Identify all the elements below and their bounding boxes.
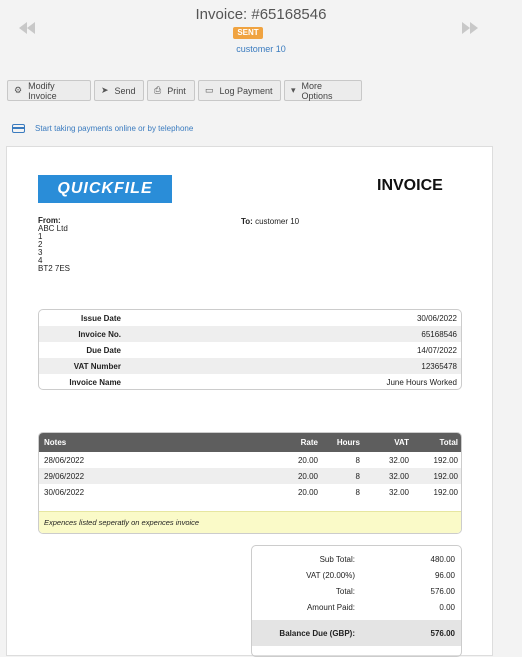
totals-value: 0.00 bbox=[439, 602, 455, 612]
column-header-rate: Rate bbox=[300, 438, 318, 447]
detail-value: 65168546 bbox=[421, 329, 457, 339]
from-line: 3 bbox=[38, 248, 43, 257]
invoice-footnote: Expences listed seperatly on expences in… bbox=[39, 511, 461, 533]
column-header-notes: Notes bbox=[44, 438, 67, 447]
from-address: From: ABC Ltd 1 2 3 4 BT2 7ES bbox=[38, 217, 70, 273]
modify-invoice-button[interactable]: ⚙ Modify Invoice bbox=[7, 80, 91, 101]
to-address: To: customer 10 bbox=[241, 217, 299, 226]
totals-row: Amount Paid: 0.00 bbox=[252, 599, 461, 615]
credit-card-icon: ▭ bbox=[205, 85, 214, 95]
column-header-vat: VAT bbox=[394, 438, 409, 447]
from-line: BT2 7ES bbox=[38, 264, 71, 273]
detail-label: Issue Date bbox=[80, 313, 121, 323]
detail-label: VAT Number bbox=[73, 361, 121, 371]
credit-card-icon bbox=[12, 124, 25, 133]
column-header-total: Total bbox=[439, 438, 458, 447]
totals-value: 480.00 bbox=[430, 554, 455, 564]
cell-notes: 28/06/2022 bbox=[44, 455, 85, 465]
invoice-details-table: Issue Date 30/06/2022 Invoice No. 65168546… bbox=[38, 309, 462, 390]
detail-row: Invoice No. 65168546 bbox=[39, 326, 461, 342]
next-invoice-icon[interactable] bbox=[462, 22, 482, 40]
cell-notes: 30/06/2022 bbox=[44, 487, 85, 497]
table-header: Notes Rate Hours VAT Total bbox=[39, 433, 461, 452]
quickfile-logo: QUICKFILE bbox=[38, 175, 172, 203]
table-row: 28/06/2022 20.00 8 32.00 192.00 bbox=[39, 452, 461, 468]
totals-row: VAT (20.00%) 96.00 bbox=[252, 567, 461, 583]
from-line: 1 bbox=[38, 232, 43, 241]
status-badge: SENT bbox=[233, 27, 263, 39]
more-options-label: More Options bbox=[301, 80, 333, 101]
balance-due-row: Balance Due (GBP): 576.00 bbox=[252, 620, 461, 646]
previous-invoice-icon[interactable] bbox=[19, 22, 39, 40]
log-payment-button[interactable]: ▭ Log Payment bbox=[198, 80, 281, 101]
cell-rate: 20.00 bbox=[297, 487, 318, 497]
detail-label: Due Date bbox=[86, 345, 121, 355]
table-row: 30/06/2022 20.00 8 32.00 192.00 bbox=[39, 484, 461, 500]
detail-row: Due Date 14/07/2022 bbox=[39, 342, 461, 358]
invoice-document: QUICKFILE INVOICE From: ABC Ltd 1 2 3 4 … bbox=[6, 146, 493, 657]
document-title: INVOICE bbox=[377, 177, 443, 194]
cell-total: 192.00 bbox=[433, 455, 458, 465]
column-header-hours: Hours bbox=[336, 438, 360, 447]
detail-value: 12365478 bbox=[421, 361, 457, 371]
totals-box: Sub Total: 480.00 VAT (20.00%) 96.00 Total… bbox=[251, 545, 462, 657]
cell-vat: 32.00 bbox=[388, 455, 409, 465]
from-line: ABC Ltd bbox=[38, 224, 68, 233]
cell-total: 192.00 bbox=[433, 487, 458, 497]
totals-value: 576.00 bbox=[430, 586, 455, 596]
online-payments-link[interactable]: Start taking payments online or by telep… bbox=[12, 124, 193, 133]
cell-total: 192.00 bbox=[433, 471, 458, 481]
line-items-table: Notes Rate Hours VAT Total 28/06/2022 20… bbox=[38, 432, 462, 534]
send-button[interactable]: ➤ Send bbox=[94, 80, 144, 101]
online-payments-label: Start taking payments online or by telep… bbox=[35, 124, 194, 133]
totals-label: Total: bbox=[335, 586, 355, 596]
balance-due-value: 576.00 bbox=[430, 628, 455, 638]
detail-value: June Hours Worked bbox=[386, 377, 457, 387]
table-row: 29/06/2022 20.00 8 32.00 192.00 bbox=[39, 468, 461, 484]
totals-row: Total: 576.00 bbox=[252, 583, 461, 599]
detail-value: 30/06/2022 bbox=[416, 313, 457, 323]
print-button[interactable]: ⎙ Print bbox=[147, 80, 195, 101]
invoice-header: Invoice: #65168546 SENT customer 10 bbox=[0, 0, 522, 70]
detail-label: Invoice Name bbox=[69, 377, 121, 387]
totals-value: 96.00 bbox=[434, 570, 455, 580]
send-icon: ➤ bbox=[101, 85, 109, 95]
gear-icon: ⚙ bbox=[14, 85, 23, 95]
to-value: customer 10 bbox=[255, 217, 300, 226]
totals-row: Sub Total: 480.00 bbox=[252, 551, 461, 567]
to-label: To: bbox=[241, 217, 253, 226]
customer-link[interactable]: customer 10 bbox=[0, 44, 522, 54]
totals-label: Sub Total: bbox=[319, 554, 355, 564]
balance-due-label: Balance Due (GBP): bbox=[279, 628, 355, 638]
detail-row: Invoice Name June Hours Worked bbox=[39, 374, 461, 389]
detail-label: Invoice No. bbox=[78, 329, 121, 339]
page-title: Invoice: #65168546 bbox=[195, 6, 327, 23]
cell-rate: 20.00 bbox=[297, 455, 318, 465]
detail-row: VAT Number 12365478 bbox=[39, 358, 461, 374]
cell-hours: 8 bbox=[355, 471, 360, 481]
caret-down-icon: ▾ bbox=[291, 85, 296, 95]
log-payment-label: Log Payment bbox=[219, 85, 273, 96]
cell-hours: 8 bbox=[355, 455, 360, 465]
totals-label: VAT (20.00%) bbox=[306, 570, 355, 580]
modify-invoice-label: Modify Invoice bbox=[28, 80, 57, 101]
totals-label: Amount Paid: bbox=[306, 602, 355, 612]
cell-rate: 20.00 bbox=[297, 471, 318, 481]
cell-hours: 8 bbox=[355, 487, 360, 497]
cell-notes: 29/06/2022 bbox=[44, 471, 85, 481]
more-options-button[interactable]: ▾ More Options bbox=[284, 80, 362, 101]
cell-vat: 32.00 bbox=[388, 471, 409, 481]
action-toolbar: ⚙ Modify Invoice ➤ Send ⎙ Print ▭ Log Pa… bbox=[7, 80, 362, 102]
print-label: Print bbox=[167, 85, 186, 96]
send-label: Send bbox=[114, 85, 136, 96]
from-line: 2 bbox=[38, 240, 43, 249]
print-icon: ⎙ bbox=[154, 85, 162, 95]
detail-value: 14/07/2022 bbox=[416, 345, 457, 355]
detail-row: Issue Date 30/06/2022 bbox=[39, 310, 461, 326]
cell-vat: 32.00 bbox=[388, 487, 409, 497]
